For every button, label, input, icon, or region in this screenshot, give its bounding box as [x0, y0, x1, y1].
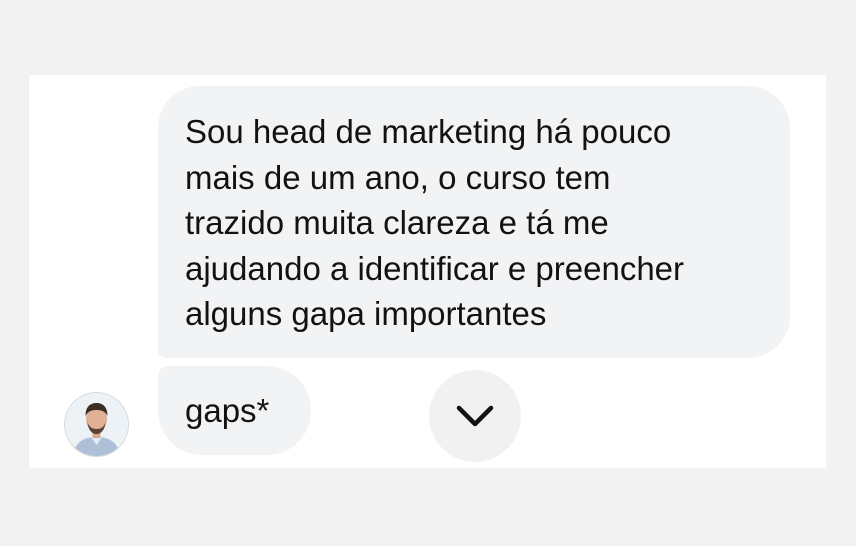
message-text-line: trazido muita clareza e tá me — [185, 204, 609, 241]
chevron-down-icon — [456, 405, 494, 427]
message-text-line: ajudando a identificar e preencher — [185, 250, 685, 287]
message-text: gaps* — [185, 392, 270, 429]
message-text-line: mais de um ano, o curso tem — [185, 159, 611, 196]
message-text-line: alguns gapa importantes — [185, 295, 547, 332]
message-text-line: Sou head de marketing há pouco — [185, 113, 672, 150]
avatar[interactable] — [65, 393, 128, 456]
profile-photo-icon — [65, 393, 128, 456]
scroll-down-button[interactable] — [429, 370, 521, 462]
